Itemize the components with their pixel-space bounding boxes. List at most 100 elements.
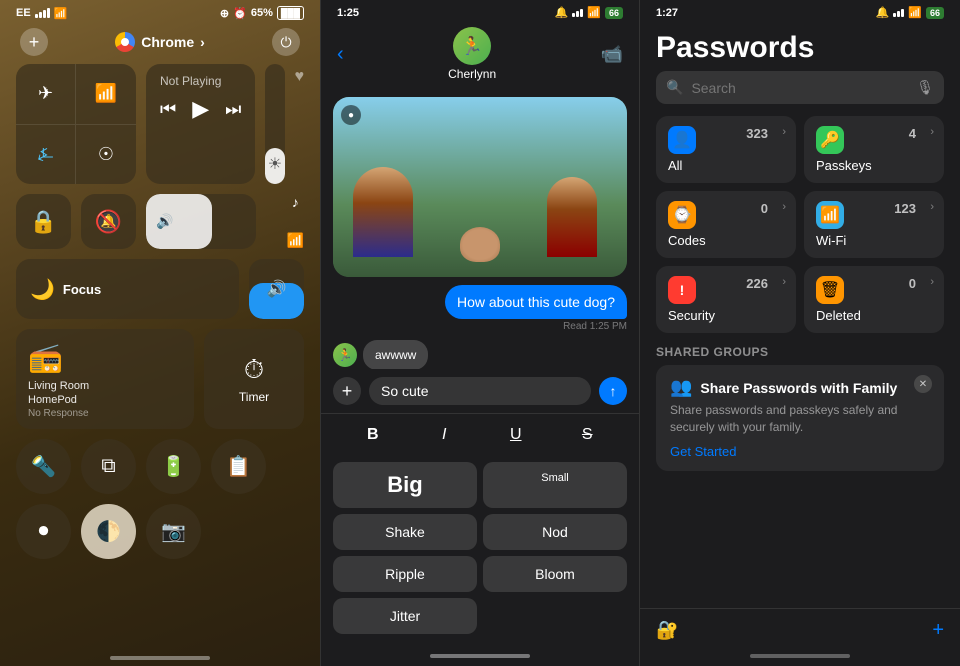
homepod-tile[interactable]: 📻 Living Room HomePod No Response (16, 329, 194, 429)
all-chevron-icon: › (782, 126, 786, 138)
active-app-label[interactable]: Chrome › (115, 32, 205, 52)
typing-text-bubble: awwww (363, 340, 428, 369)
wifi-passwords-icon: 📶 (816, 201, 844, 229)
status-bar-1: EE 📶 ⊕ ⏰ 65% ███ (0, 0, 320, 24)
battery-status-button[interactable]: 🔋 (146, 439, 201, 494)
volume-slider-tall[interactable]: 🔊 (146, 194, 256, 249)
video-call-button[interactable]: 📹 (601, 44, 623, 65)
passkeys-chevron-icon: › (930, 126, 934, 138)
timer-icon: ⏱ (244, 354, 264, 386)
record-button[interactable]: ⏺ (16, 504, 71, 559)
chat-area: ● How about this cute dog? Read 1:25 PM … (321, 89, 639, 369)
screen-mirror-button[interactable]: ⧉ (81, 439, 136, 494)
wifi-icon: 📶 (95, 83, 117, 104)
effect-nod-button[interactable]: Nod (483, 514, 627, 550)
underline-format-button[interactable]: U (496, 420, 536, 450)
search-input[interactable] (691, 80, 908, 96)
battery-label: 65% (251, 7, 273, 19)
attach-button[interactable]: + (333, 377, 361, 405)
row-locks: 🔒 🔕 🔊 ♪ 📶 (16, 194, 304, 249)
status-bar-2: 1:25 🔔 📶 66 (321, 0, 639, 23)
strikethrough-format-button[interactable]: S (567, 420, 607, 450)
category-security-tile[interactable]: ! 226 › Security (656, 266, 796, 333)
signal-bars-icon: 📶 (287, 232, 304, 249)
bold-format-button[interactable]: B (353, 420, 393, 450)
signal-icon-2 (572, 9, 583, 17)
volume-control-tile[interactable]: 🔊 (249, 259, 304, 319)
wifi-icon-3: 📶 (908, 6, 922, 19)
messages-nav-bar: ‹ 🏃 Cherlynn 📹 (321, 23, 639, 89)
search-bar[interactable]: 🔍 🎙 (656, 71, 944, 104)
security-label: Security (668, 308, 784, 323)
timer-label: Timer (239, 390, 269, 404)
message-text-bubble: How about this cute dog? (445, 285, 627, 319)
plus-icon: + (29, 32, 40, 53)
chrome-icon (115, 32, 135, 52)
focus-mode-tile[interactable]: 🌙 Focus (16, 259, 239, 319)
timer-tile[interactable]: ⏱ Timer (204, 329, 304, 429)
rotation-lock-icon: 🔒 (30, 209, 57, 235)
airplane-mode-toggle[interactable]: ✈ (16, 64, 76, 125)
time-label-2: 1:25 (337, 7, 359, 19)
bell-icon-3: 🔔 (876, 6, 890, 19)
effect-small-button[interactable]: Small (483, 462, 627, 508)
home-indicator-1 (110, 656, 210, 660)
shared-groups-header: SHARED GROUPS (640, 345, 960, 365)
power-button[interactable]: ⏻ (272, 28, 300, 56)
effect-shake-button[interactable]: Shake (333, 514, 477, 550)
rotation-lock-toggle[interactable]: 🔒 (16, 194, 71, 249)
silent-mode-toggle[interactable]: 🔕 (81, 194, 136, 249)
camera-button[interactable]: 📷 (146, 504, 201, 559)
notes-button[interactable]: 📋 (211, 439, 266, 494)
security-chevron-icon: › (782, 276, 786, 288)
media-player-tile[interactable]: Not Playing ⏮ ▶ ⏭ (146, 64, 255, 184)
alarm-icon: ⏰ (233, 7, 247, 20)
music-note-icon: ♪ (292, 194, 299, 210)
deleted-label: Deleted (816, 308, 932, 323)
fast-forward-button[interactable]: ⏭ (225, 99, 241, 120)
status-right-2: 🔔 📶 66 (555, 6, 623, 19)
wifi-toggle[interactable]: 📶 (76, 64, 136, 125)
category-codes-tile[interactable]: ⌚ 0 › Codes (656, 191, 796, 258)
bottom-icons-row2: ⏺ 🌓 📷 (16, 504, 304, 559)
notes-icon: 📋 (226, 454, 251, 479)
get-started-button[interactable]: Get Started (670, 444, 930, 459)
effect-ripple-button[interactable]: Ripple (333, 556, 477, 592)
passwords-nav-icon[interactable]: 🔐 (656, 620, 678, 641)
add-password-button[interactable]: + (932, 619, 944, 642)
dark-mode-button[interactable]: 🌓 (81, 504, 136, 559)
play-button[interactable]: ▶ (192, 96, 209, 122)
italic-format-button[interactable]: I (424, 420, 464, 450)
battery-icon: ███ (277, 6, 304, 20)
message-input-box[interactable]: So cute (369, 377, 591, 405)
brightness-slider[interactable]: ☀ (265, 64, 284, 184)
microphone-icon[interactable]: 🎙 (916, 79, 934, 96)
airdrop-toggle[interactable]: ☉ (76, 125, 136, 185)
bluetooth-toggle[interactable]: ⍼ (16, 125, 76, 185)
category-deleted-tile[interactable]: 🗑 0 › Deleted (804, 266, 944, 333)
share-card-close-button[interactable]: ✕ (914, 375, 932, 393)
contact-header[interactable]: 🏃 Cherlynn (448, 27, 496, 81)
category-passkeys-tile[interactable]: 🔑 4 › Passkeys (804, 116, 944, 183)
effect-big-button[interactable]: Big (333, 462, 477, 508)
bluetooth-icon: ⍼ (38, 144, 54, 165)
passwords-panel: 1:27 🔔 📶 66 Passwords 🔍 🎙 👤 323 › All 🔑 (640, 0, 960, 666)
read-receipt: Read 1:25 PM (445, 321, 627, 332)
rewind-button[interactable]: ⏮ (160, 99, 176, 120)
effect-jitter-button[interactable]: Jitter (333, 598, 477, 634)
back-button[interactable]: ‹ (337, 43, 344, 66)
dog-figure (460, 227, 500, 262)
send-button[interactable]: ↑ (599, 377, 627, 405)
category-wifi-tile[interactable]: 📶 123 › Wi-Fi (804, 191, 944, 258)
camera-icon: 📷 (161, 519, 186, 544)
add-widget-button[interactable]: + (20, 28, 48, 56)
row-focus: 🌙 Focus 🔊 (16, 259, 304, 319)
flashlight-button[interactable]: 🔦 (16, 439, 71, 494)
effect-bloom-button[interactable]: Bloom (483, 556, 627, 592)
home-indicator-3 (640, 646, 960, 666)
contact-name: Cherlynn (448, 67, 496, 81)
category-all-tile[interactable]: 👤 323 › All (656, 116, 796, 183)
wifi-chevron-icon: › (930, 201, 934, 213)
heart-icon: ♥ (295, 64, 305, 86)
control-center-grid: ✈ 📶 ⍼ ☉ Not Playing ⏮ ▶ ⏭ (0, 64, 320, 559)
